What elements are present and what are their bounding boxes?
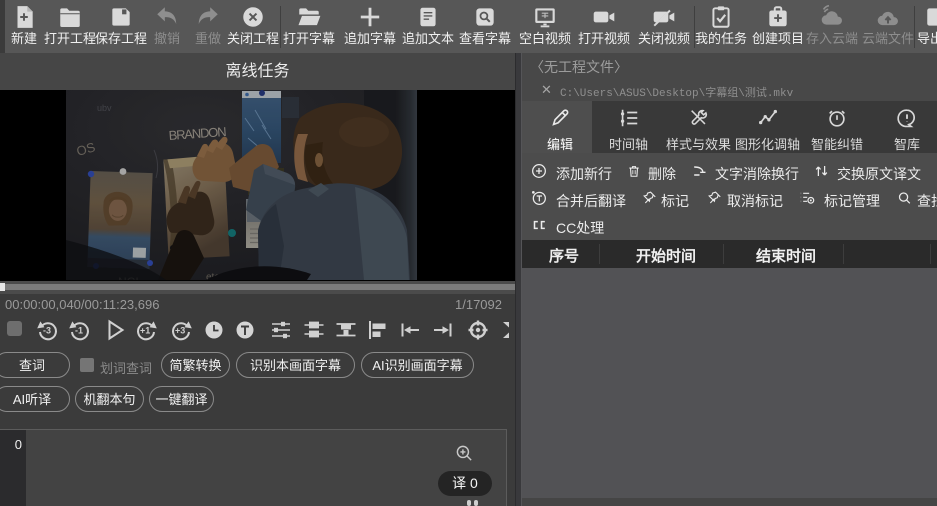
svg-text:+3: +3: [175, 326, 185, 336]
svg-text:-3: -3: [43, 326, 51, 336]
svg-text:-1: -1: [75, 326, 83, 336]
svg-text:+1: +1: [140, 326, 150, 336]
